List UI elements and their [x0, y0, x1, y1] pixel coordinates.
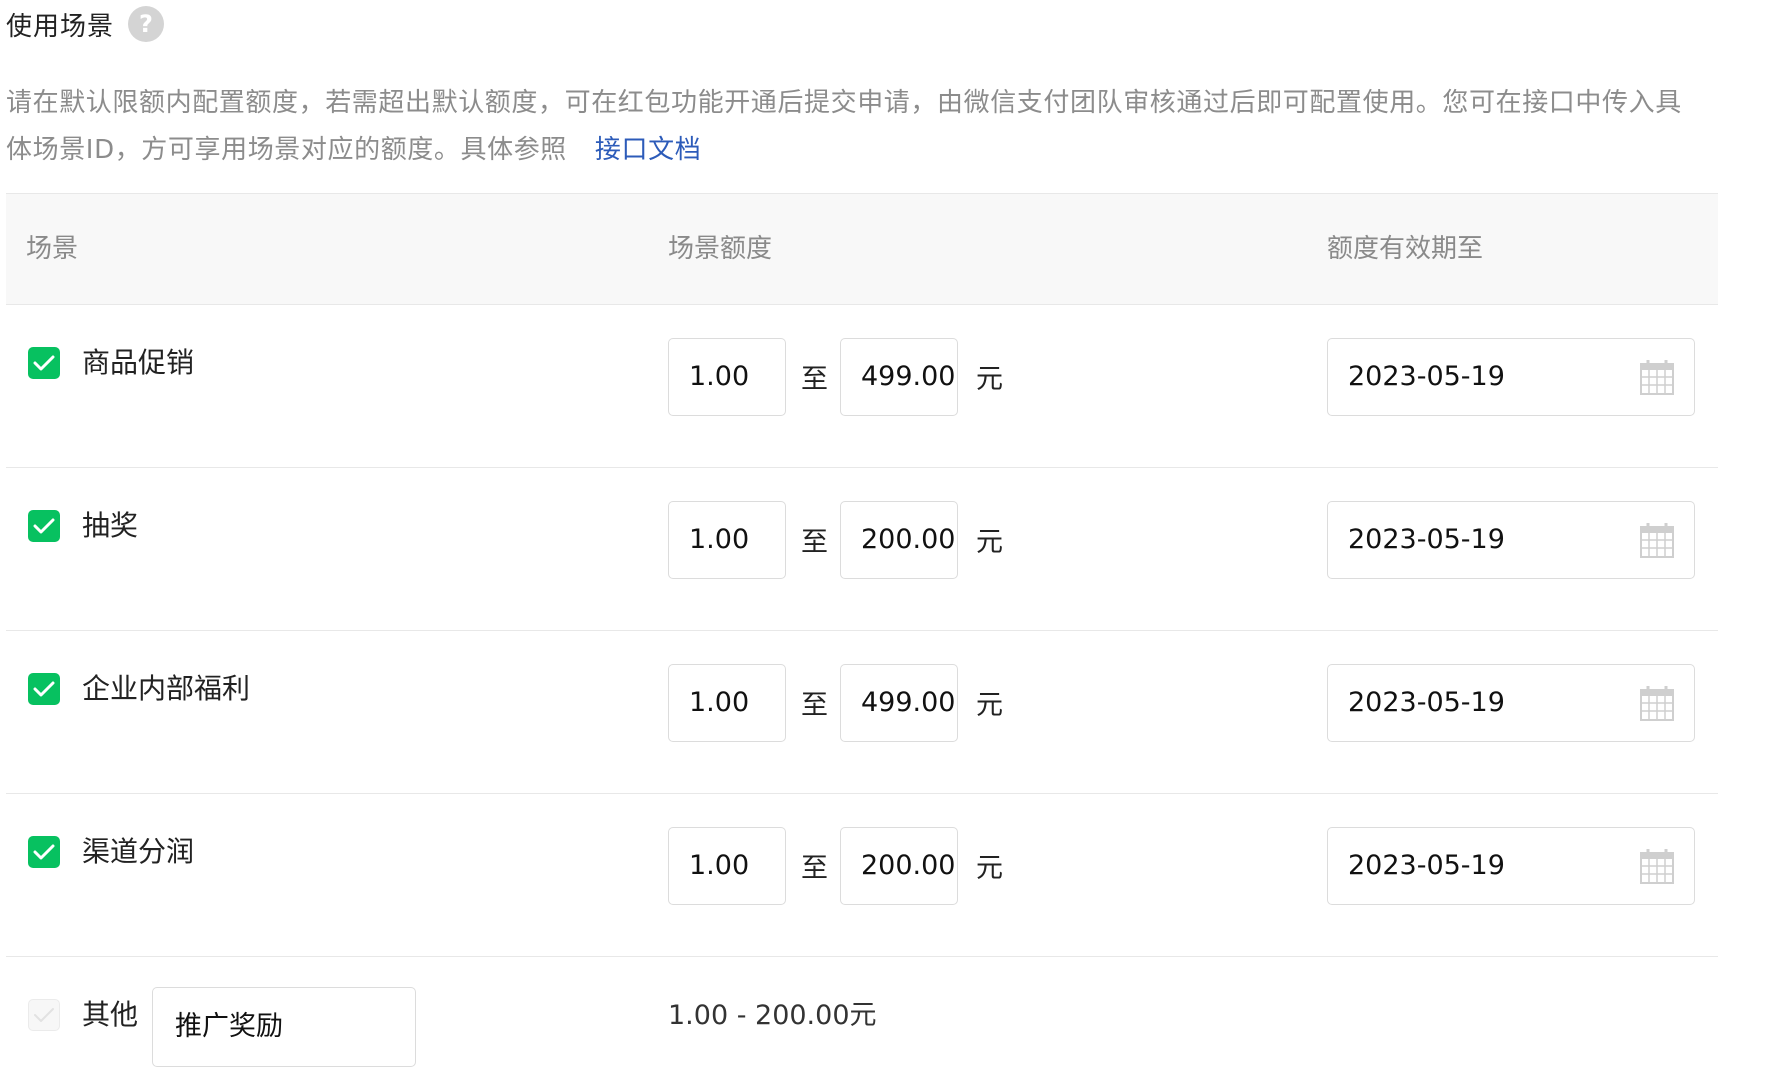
- check-icon: [33, 844, 55, 860]
- currency-unit: 元: [976, 364, 1003, 395]
- column-header-scene: 场景: [26, 234, 79, 264]
- other-quota-range: 1.00 - 200.00元: [668, 1000, 877, 1031]
- expiry-date-picker[interactable]: 2023-05-19: [1327, 664, 1695, 742]
- expiry-date-value: 2023-05-19: [1348, 850, 1505, 881]
- help-icon[interactable]: ?: [128, 6, 165, 42]
- expiry-date-value: 2023-05-19: [1348, 687, 1505, 718]
- calendar-icon[interactable]: [1640, 685, 1674, 721]
- table-row: 商品促销 1.00 至 499.00 元 2023-05-19: [6, 305, 1718, 468]
- currency-unit: 元: [976, 690, 1003, 721]
- scene-checkbox[interactable]: [28, 510, 60, 542]
- expiry-date-value: 2023-05-19: [1348, 524, 1505, 555]
- calendar-icon[interactable]: [1640, 522, 1674, 558]
- quota-min-input[interactable]: 1.00: [668, 664, 786, 742]
- range-separator: 至: [801, 690, 828, 721]
- scene-checkbox[interactable]: [28, 347, 60, 379]
- quota-max-input[interactable]: 499.00: [840, 664, 958, 742]
- description: 请在默认限额内配置额度，若需超出默认额度，可在红包功能开通后提交申请，由微信支付…: [6, 80, 1706, 174]
- section-header: 使用场景 ?: [6, 2, 165, 46]
- check-icon: [33, 681, 55, 697]
- column-header-expiry: 额度有效期至: [1327, 234, 1484, 264]
- table-row: 渠道分润 1.00 至 200.00 元 2023-05-19: [6, 794, 1718, 957]
- currency-unit: 元: [976, 853, 1003, 884]
- quota-min-input[interactable]: 1.00: [668, 338, 786, 416]
- range-separator: 至: [801, 853, 828, 884]
- check-icon: [33, 518, 55, 534]
- calendar-icon[interactable]: [1640, 848, 1674, 884]
- expiry-date-picker[interactable]: 2023-05-19: [1327, 338, 1695, 416]
- scene-config-panel: 使用场景 ? 请在默认限额内配置额度，若需超出默认额度，可在红包功能开通后提交申…: [0, 0, 1774, 1080]
- other-scene-input[interactable]: 推广奖励: [152, 987, 416, 1067]
- quota-max-input[interactable]: 200.00: [840, 501, 958, 579]
- table-row: 企业内部福利 1.00 至 499.00 元 2023-05-19: [6, 631, 1718, 794]
- scene-name: 渠道分润: [82, 835, 195, 868]
- check-icon: [33, 355, 55, 371]
- scene-table: 场景 场景额度 额度有效期至 商品促销 1.00 至 499.00 元 2023…: [6, 193, 1718, 1080]
- scene-checkbox[interactable]: [28, 673, 60, 705]
- range-separator: 至: [801, 527, 828, 558]
- api-doc-link[interactable]: 接口文档: [595, 135, 701, 165]
- section-title: 使用场景: [6, 11, 115, 42]
- expiry-date-picker[interactable]: 2023-05-19: [1327, 827, 1695, 905]
- column-header-quota: 场景额度: [668, 234, 773, 264]
- expiry-date-picker[interactable]: 2023-05-19: [1327, 501, 1695, 579]
- quota-max-input[interactable]: 499.00: [840, 338, 958, 416]
- description-text: 请在默认限额内配置额度，若需超出默认额度，可在红包功能开通后提交申请，由微信支付…: [6, 88, 1682, 165]
- scene-name: 抽奖: [82, 509, 139, 542]
- currency-unit: 元: [976, 527, 1003, 558]
- quota-max-input[interactable]: 200.00: [840, 827, 958, 905]
- quota-min-input[interactable]: 1.00: [668, 827, 786, 905]
- scene-name: 企业内部福利: [82, 672, 251, 705]
- scene-checkbox[interactable]: [28, 836, 60, 868]
- table-row: 抽奖 1.00 至 200.00 元 2023-05-19: [6, 468, 1718, 631]
- other-scene-name: 其他: [82, 998, 139, 1031]
- quota-min-input[interactable]: 1.00: [668, 501, 786, 579]
- expiry-date-value: 2023-05-19: [1348, 361, 1505, 392]
- other-checkbox[interactable]: [28, 999, 60, 1031]
- table-header: 场景 场景额度 额度有效期至: [6, 193, 1718, 305]
- scene-name: 商品促销: [82, 346, 195, 379]
- calendar-icon[interactable]: [1640, 359, 1674, 395]
- check-icon: [34, 1008, 54, 1022]
- table-row-other: 其他 推广奖励 1.00 - 200.00元: [6, 957, 1718, 1080]
- range-separator: 至: [801, 364, 828, 395]
